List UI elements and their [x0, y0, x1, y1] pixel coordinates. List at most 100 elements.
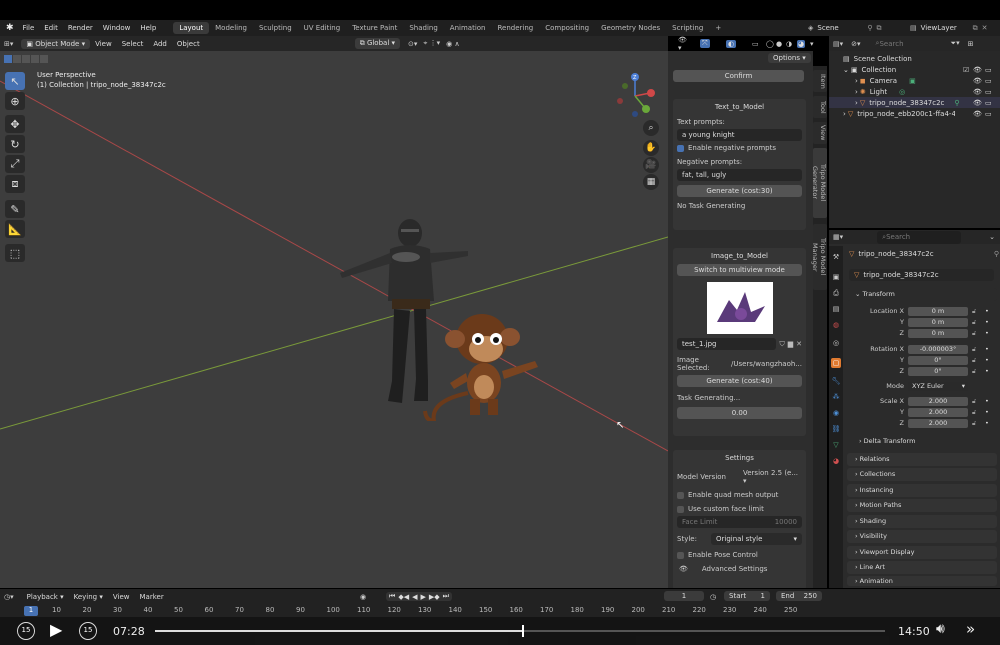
blender-logo-icon[interactable]: ✱: [0, 23, 18, 33]
keyframe-dot-icon[interactable]: •: [985, 307, 989, 315]
menu-keying[interactable]: Keying ▾: [69, 593, 108, 601]
section-collections[interactable]: › Collections: [847, 468, 997, 481]
ortho-grid-icon[interactable]: ▦: [643, 174, 659, 190]
rotate-tool-icon[interactable]: ↻: [5, 135, 25, 153]
menu-add[interactable]: Add: [148, 40, 172, 48]
camera-view-icon[interactable]: 🎥: [643, 157, 659, 173]
rotation-z-field[interactable]: 0°: [908, 367, 968, 376]
move-tool-icon[interactable]: ✥: [5, 115, 25, 133]
rotation-y-field[interactable]: 0°: [908, 356, 968, 365]
end-frame-field[interactable]: End 250: [776, 591, 822, 601]
menu-render[interactable]: Render: [63, 24, 98, 32]
pivot-icon[interactable]: ⊙▾: [408, 40, 417, 48]
new-scene-icon[interactable]: ⧉: [877, 24, 882, 33]
orientation-dropdown[interactable]: ⧉ Global ▾: [354, 38, 401, 49]
keyframe-dot-icon[interactable]: •: [985, 356, 989, 364]
keyframe-dot-icon[interactable]: •: [985, 318, 989, 326]
menu-object[interactable]: Object: [172, 40, 205, 48]
workspace-tab-modeling[interactable]: Modeling: [209, 22, 253, 34]
visibility-eye-icon[interactable]: 👁: [973, 110, 982, 118]
editor-type-icon[interactable]: ⊞▾: [4, 40, 13, 48]
play-icon[interactable]: ▶: [420, 593, 425, 601]
location-y-field[interactable]: 0 m: [908, 318, 968, 327]
menu-select[interactable]: Select: [117, 40, 149, 48]
prev-keyframe-icon[interactable]: ◆◀: [398, 593, 409, 601]
text-generate-button[interactable]: Generate (cost:30): [677, 185, 802, 197]
confirm-button[interactable]: Confirm: [673, 70, 804, 82]
location-z-field[interactable]: 0 m: [908, 329, 968, 338]
lock-icon[interactable]: 🔓︎: [972, 318, 976, 327]
keyframe-dot-icon[interactable]: •: [985, 367, 989, 375]
lock-icon[interactable]: 🔓︎: [972, 367, 976, 376]
world-tab-icon[interactable]: ◎: [831, 338, 841, 348]
outliner-row-tripo-node-2[interactable]: › ▽ tripo_node_ebb200c1-ffa4-46c 👁 ▭: [829, 108, 1000, 119]
play-button[interactable]: ▶: [50, 620, 62, 639]
workspace-tab-layout[interactable]: Layout: [173, 22, 210, 34]
gizmo-toggle-icon[interactable]: ⤧: [700, 39, 710, 48]
lock-icon[interactable]: 🔓︎: [972, 397, 976, 406]
outliner-editor-icon[interactable]: ▤▾: [833, 40, 843, 48]
advanced-settings-toggle[interactable]: 👁 Advanced Settings: [673, 562, 806, 576]
scale-y-field[interactable]: 2.000: [908, 408, 968, 417]
object-name-field[interactable]: ▽ tripo_node_38347c2c: [849, 269, 994, 281]
snap-icon[interactable]: ⌖ ⋮▾: [423, 39, 440, 48]
3d-viewport[interactable]: ↖ ⊕ ✥ ↻ ⤢ ⧈ ✎ 📐 ⬚ User Perspective (1) C…: [0, 51, 668, 588]
shield-icon[interactable]: ⛉: [779, 340, 784, 349]
outliner-row-tripo-node-1[interactable]: › ▽ tripo_node_38347c2c ⚲ 👁 ▭: [829, 97, 1000, 108]
workspace-tab-rendering[interactable]: Rendering: [491, 22, 539, 34]
monkey-model[interactable]: [420, 301, 545, 421]
selection-mode-icons[interactable]: [4, 55, 59, 65]
keyframe-dot-icon[interactable]: •: [985, 329, 989, 337]
tab-item[interactable]: Item: [813, 70, 827, 92]
visibility-eye-icon[interactable]: 👁: [973, 66, 982, 74]
menu-file[interactable]: File: [18, 24, 40, 32]
material-tab-icon[interactable]: ◕: [831, 456, 841, 466]
multiview-button[interactable]: Switch to multiview mode: [677, 264, 802, 276]
lock-icon[interactable]: 🔓︎: [972, 408, 976, 417]
view-layer-tab-icon[interactable]: ▤: [831, 304, 841, 314]
workspace-tab-geometry-nodes[interactable]: Geometry Nodes: [595, 22, 666, 34]
camera-render-icon[interactable]: ▭: [985, 99, 992, 107]
workspace-tab-texture-paint[interactable]: Texture Paint: [346, 22, 403, 34]
particles-tab-icon[interactable]: ⁂: [831, 392, 841, 402]
pose-control-checkbox[interactable]: Enable Pose Control: [673, 548, 806, 562]
lock-icon[interactable]: 🔓︎: [972, 329, 976, 338]
checkbox-checked-icon[interactable]: ☑: [963, 66, 969, 74]
delta-transform-toggle[interactable]: › Delta Transform: [859, 437, 915, 445]
object-tab-icon[interactable]: ▢: [831, 358, 841, 368]
remove-view-layer-icon[interactable]: ✕: [982, 24, 988, 32]
render-tab-icon[interactable]: ▣: [831, 272, 841, 282]
tab-tool[interactable]: Tool: [813, 96, 827, 118]
image-generate-button[interactable]: Generate (cost:40): [677, 375, 802, 387]
overlay-toggle-icon[interactable]: ◐: [726, 39, 737, 48]
collapse-icon[interactable]: ⌄: [989, 233, 995, 241]
workspace-tab-animation[interactable]: Animation: [444, 22, 492, 34]
properties-search-input[interactable]: ⌕ Search: [877, 230, 962, 244]
tab-tripo-generator[interactable]: Tripo Model Generator: [811, 148, 827, 218]
navigation-gizmo[interactable]: Z: [610, 71, 660, 121]
skip-back-button[interactable]: 15: [17, 622, 35, 640]
scale-z-field[interactable]: 2.000: [908, 419, 968, 428]
section-viewport-display[interactable]: › Viewport Display: [847, 546, 997, 559]
section-animation[interactable]: › Animation: [847, 576, 997, 586]
proportional-edit-icon[interactable]: ◉ ∧: [446, 40, 459, 48]
enable-negative-checkbox[interactable]: Enable negative prompts: [673, 141, 806, 155]
timeline-editor-icon[interactable]: ◷▾: [4, 593, 14, 601]
modifier-tab-icon[interactable]: 🔧︎: [831, 376, 841, 386]
annotate-tool-icon[interactable]: ✎: [5, 200, 25, 218]
visibility-eye-icon[interactable]: 👁: [973, 77, 982, 85]
section-instancing[interactable]: › Instancing: [847, 484, 997, 497]
image-filename-field[interactable]: test_1.jpg: [677, 338, 777, 350]
shading-wireframe-icon[interactable]: ◯: [766, 40, 774, 48]
scene-tab-icon[interactable]: ◍: [831, 320, 841, 330]
jump-end-icon[interactable]: ⏭: [443, 592, 449, 601]
outliner-search-input[interactable]: ⌕ Search: [870, 37, 929, 50]
location-x-field[interactable]: 0 m: [908, 307, 968, 316]
keyframe-dot-icon[interactable]: •: [985, 419, 989, 427]
menu-window[interactable]: Window: [98, 24, 136, 32]
play-reverse-icon[interactable]: ◀: [412, 593, 417, 601]
shading-solid-icon[interactable]: ●: [776, 40, 782, 48]
constraints-tab-icon[interactable]: ⛓: [831, 424, 841, 434]
outliner-row-scene-collection[interactable]: ▤ Scene Collection: [829, 53, 1000, 64]
lock-icon[interactable]: 🔓︎: [972, 419, 976, 428]
